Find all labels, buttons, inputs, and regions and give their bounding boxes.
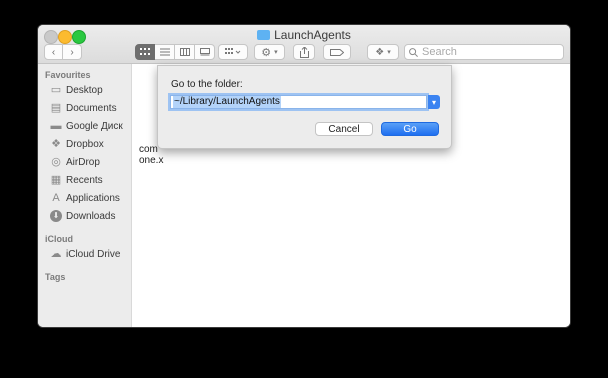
list-view-button[interactable] <box>155 44 175 60</box>
search-field[interactable]: Search <box>404 44 564 60</box>
chevron-down-icon: ▾ <box>274 49 278 56</box>
file-name-partial[interactable]: com <box>139 144 158 155</box>
go-button[interactable]: Go <box>381 122 439 136</box>
view-switcher <box>135 44 215 60</box>
action-menu-button[interactable]: ⚙ ▾ <box>254 44 285 60</box>
gallery-icon <box>199 48 210 56</box>
sidebar-item-desktop[interactable]: ▭ Desktop <box>50 82 103 98</box>
sidebar-item-airdrop[interactable]: ◎ AirDrop <box>50 154 100 170</box>
dropbox-icon: ❖ <box>51 138 61 150</box>
sidebar-item-recents[interactable]: ▦ Recents <box>50 172 103 188</box>
desktop-icon: ▭ <box>50 84 62 96</box>
file-name-partial-line2[interactable]: one.x <box>139 155 163 166</box>
column-view-button[interactable] <box>175 44 195 60</box>
window-title: LaunchAgents <box>38 28 570 42</box>
search-placeholder: Search <box>422 46 457 58</box>
sidebar-section-tags: Tags <box>45 272 66 282</box>
sidebar-section-favourites: Favourites <box>45 70 91 80</box>
recents-icon: ▦ <box>50 174 62 186</box>
applications-icon: A <box>52 192 60 204</box>
icon-view-button[interactable] <box>135 44 155 60</box>
folder-icon: ▬ <box>50 120 62 132</box>
airdrop-icon: ◎ <box>51 156 61 168</box>
folder-path-input[interactable]: ~/Library/LaunchAgents <box>170 95 427 109</box>
group-icon <box>225 48 241 54</box>
sidebar-item-applications[interactable]: A Applications <box>50 190 120 206</box>
gallery-view-button[interactable] <box>195 44 215 60</box>
folder-icon <box>257 30 271 40</box>
grid-icon <box>140 48 150 55</box>
sidebar-section-icloud: iCloud <box>45 234 73 244</box>
chevron-right-icon: › <box>70 46 74 58</box>
tag-icon <box>330 48 344 56</box>
back-button[interactable]: ‹ <box>44 44 63 60</box>
nav-buttons: ‹ › <box>44 44 82 60</box>
share-icon <box>299 46 309 58</box>
sidebar-item-icloud-drive[interactable]: ☁ iCloud Drive <box>50 246 121 262</box>
dropbox-button[interactable]: ❖ ▾ <box>367 44 399 60</box>
sidebar-item-documents[interactable]: ▤ Documents <box>50 100 117 116</box>
sidebar: Favourites ▭ Desktop ▤ Documents ▬ Google Д… <box>38 64 132 327</box>
list-icon <box>159 48 170 56</box>
chevron-down-icon: ▾ <box>431 97 436 107</box>
go-to-folder-dialog: Go to the folder: ~/Library/LaunchAgents… <box>157 65 452 149</box>
cancel-button[interactable]: Cancel <box>315 122 373 136</box>
group-button[interactable] <box>218 44 248 60</box>
folder-path-value: ~/Library/LaunchAgents <box>173 96 281 108</box>
chevron-down-icon: ▾ <box>387 49 391 56</box>
documents-icon: ▤ <box>50 102 62 114</box>
dropbox-icon: ❖ <box>375 46 385 58</box>
search-icon <box>409 47 418 57</box>
recent-folders-dropdown[interactable]: ▾ <box>428 95 440 109</box>
forward-button[interactable]: › <box>63 44 82 60</box>
share-button[interactable] <box>293 44 315 60</box>
cloud-icon: ☁ <box>50 248 62 260</box>
edit-tags-button[interactable] <box>323 44 351 60</box>
columns-icon <box>179 48 190 56</box>
dialog-label: Go to the folder: <box>171 79 243 90</box>
title-bar: LaunchAgents ‹ › ⚙ ▾ ❖ ▾ Search <box>38 25 570 64</box>
downloads-icon: ⬇ <box>50 210 62 222</box>
sidebar-item-downloads[interactable]: ⬇ Downloads <box>50 208 115 224</box>
sidebar-item-google-drive[interactable]: ▬ Google Диск <box>50 118 123 134</box>
gear-icon: ⚙ <box>261 46 272 59</box>
chevron-left-icon: ‹ <box>51 46 56 58</box>
sidebar-item-dropbox[interactable]: ❖ Dropbox <box>50 136 104 152</box>
